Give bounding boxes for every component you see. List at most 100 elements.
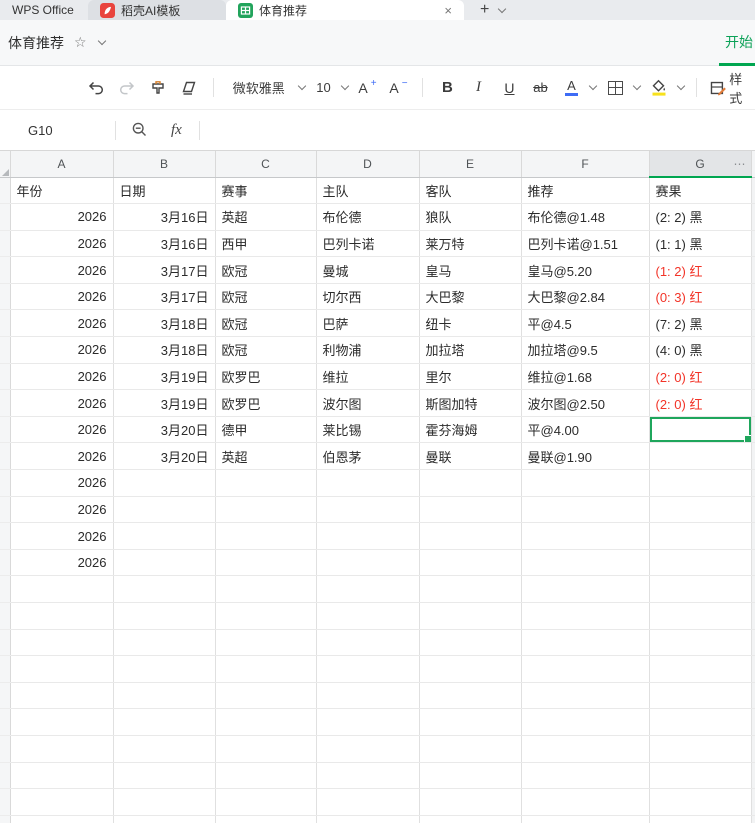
cell-label-year[interactable]: 年份 [10, 177, 114, 205]
cell-away[interactable]: 莱万特 [419, 230, 522, 258]
tab-wps-office[interactable]: WPS Office [0, 0, 88, 20]
cell-date[interactable] [113, 708, 216, 736]
cell-away[interactable]: 里尔 [419, 363, 522, 391]
new-tab-button[interactable]: + [480, 2, 489, 18]
cell-result[interactable] [649, 496, 752, 524]
cell-label-home[interactable]: 主队 [316, 177, 420, 205]
borders-button[interactable] [603, 74, 627, 102]
insert-function-icon[interactable]: fx [171, 122, 182, 139]
row-header[interactable] [0, 655, 11, 683]
cell-tip[interactable]: 布伦德@1.48 [521, 203, 650, 231]
cell-away[interactable]: 皇马 [419, 256, 522, 284]
cell-away[interactable]: 曼联 [419, 442, 522, 471]
cell-date[interactable]: 3月17日 [113, 256, 216, 284]
row-header[interactable] [0, 735, 11, 763]
cell-league[interactable] [215, 469, 317, 497]
cell-result[interactable]: (0: 3) 红 [649, 283, 752, 311]
cell-away[interactable]: 狼队 [419, 203, 522, 231]
font-name-select[interactable]: 微软雅黑 [226, 74, 292, 102]
cell-result[interactable]: (2: 0) 红 [649, 363, 752, 391]
cell-tip[interactable]: 平@4.00 [521, 416, 650, 444]
cell-league[interactable] [215, 815, 317, 823]
cell-home[interactable] [316, 735, 420, 763]
cell-league[interactable]: 欧冠 [215, 309, 317, 338]
cell-result[interactable] [649, 735, 752, 763]
cell-date[interactable] [113, 762, 216, 790]
cell-year[interactable] [10, 708, 114, 736]
cell-label-date[interactable]: 日期 [113, 177, 216, 205]
cell-date[interactable] [113, 788, 216, 816]
cell-result[interactable] [649, 575, 752, 603]
column-header-g-selected[interactable]: G ⋯ [649, 151, 752, 178]
cell-home[interactable] [316, 469, 420, 497]
cell-label-result[interactable]: 赛果 [649, 177, 752, 205]
cell-year[interactable] [10, 575, 114, 603]
format-painter-icon[interactable] [146, 74, 170, 102]
cell-league[interactable]: 欧冠 [215, 283, 317, 311]
row-header[interactable] [0, 629, 11, 657]
cell-result[interactable] [649, 762, 752, 790]
cell-league[interactable] [215, 788, 317, 816]
row-header[interactable] [0, 788, 11, 816]
cell-result[interactable] [649, 708, 752, 736]
chevron-down-icon[interactable] [498, 4, 507, 13]
chevron-down-icon[interactable] [633, 81, 642, 91]
row-header[interactable] [0, 177, 11, 205]
column-header-d[interactable]: D [316, 151, 420, 178]
cell-tip[interactable]: 皇马@5.20 [521, 256, 650, 284]
cell-league[interactable]: 欧罗巴 [215, 363, 317, 391]
cell-result[interactable]: (2: 0) 红 [649, 389, 752, 417]
cell-result[interactable]: (2: 2) 黑 [649, 203, 752, 231]
cell-result[interactable] [649, 655, 752, 683]
cell-year[interactable]: 2026 [10, 549, 114, 577]
cell-away[interactable]: 加拉塔 [419, 336, 522, 364]
cell-tip[interactable] [521, 735, 650, 763]
cell-league[interactable]: 英超 [215, 203, 317, 231]
name-box[interactable]: G10 [0, 123, 110, 138]
cell-home[interactable] [316, 682, 420, 710]
cell-result[interactable] [649, 629, 752, 657]
shrink-font-button[interactable]: A − [386, 74, 410, 102]
cell-date[interactable] [113, 575, 216, 603]
cell-result[interactable] [649, 522, 752, 550]
bold-button[interactable]: B [435, 74, 459, 102]
row-header[interactable] [0, 522, 11, 550]
cell-tip[interactable] [521, 788, 650, 816]
cell-home[interactable] [316, 708, 420, 736]
cell-tip[interactable]: 曼联@1.90 [521, 442, 650, 471]
row-header[interactable] [0, 416, 11, 444]
row-header[interactable] [0, 203, 11, 231]
row-header[interactable] [0, 708, 11, 736]
cell-away[interactable]: 霍芬海姆 [419, 416, 522, 444]
cell-year[interactable]: 2026 [10, 230, 114, 258]
cell-date[interactable]: 3月16日 [113, 230, 216, 258]
cell-home[interactable] [316, 815, 420, 823]
cell-league[interactable] [215, 682, 317, 710]
underline-button[interactable]: U [497, 74, 521, 102]
cell-home[interactable] [316, 655, 420, 683]
cell-tip[interactable]: 平@4.5 [521, 309, 650, 338]
undo-button[interactable] [84, 74, 108, 102]
cell-home[interactable]: 巴萨 [316, 309, 420, 338]
row-header[interactable] [0, 815, 11, 823]
cell-date[interactable] [113, 549, 216, 577]
cell-league[interactable]: 欧冠 [215, 256, 317, 284]
cell-tip[interactable] [521, 815, 650, 823]
cell-tip[interactable] [521, 682, 650, 710]
cell-label-league[interactable]: 赛事 [215, 177, 317, 205]
tab-sports-recommend[interactable]: 体育推荐 × [226, 0, 464, 20]
cell-home[interactable] [316, 549, 420, 577]
row-header[interactable] [0, 602, 11, 630]
cell-tip[interactable]: 巴列卡诺@1.51 [521, 230, 650, 258]
cell-style-button[interactable]: 样式 [709, 72, 755, 106]
cell-home[interactable] [316, 575, 420, 603]
row-header[interactable] [0, 682, 11, 710]
cell-home[interactable]: 维拉 [316, 363, 420, 391]
row-header[interactable] [0, 230, 11, 258]
cell-result[interactable] [649, 788, 752, 816]
strikethrough-button[interactable]: ab [528, 74, 552, 102]
cell-year[interactable]: 2026 [10, 442, 114, 471]
cell-home[interactable] [316, 496, 420, 524]
cell-league[interactable]: 英超 [215, 442, 317, 471]
row-header[interactable] [0, 549, 11, 577]
